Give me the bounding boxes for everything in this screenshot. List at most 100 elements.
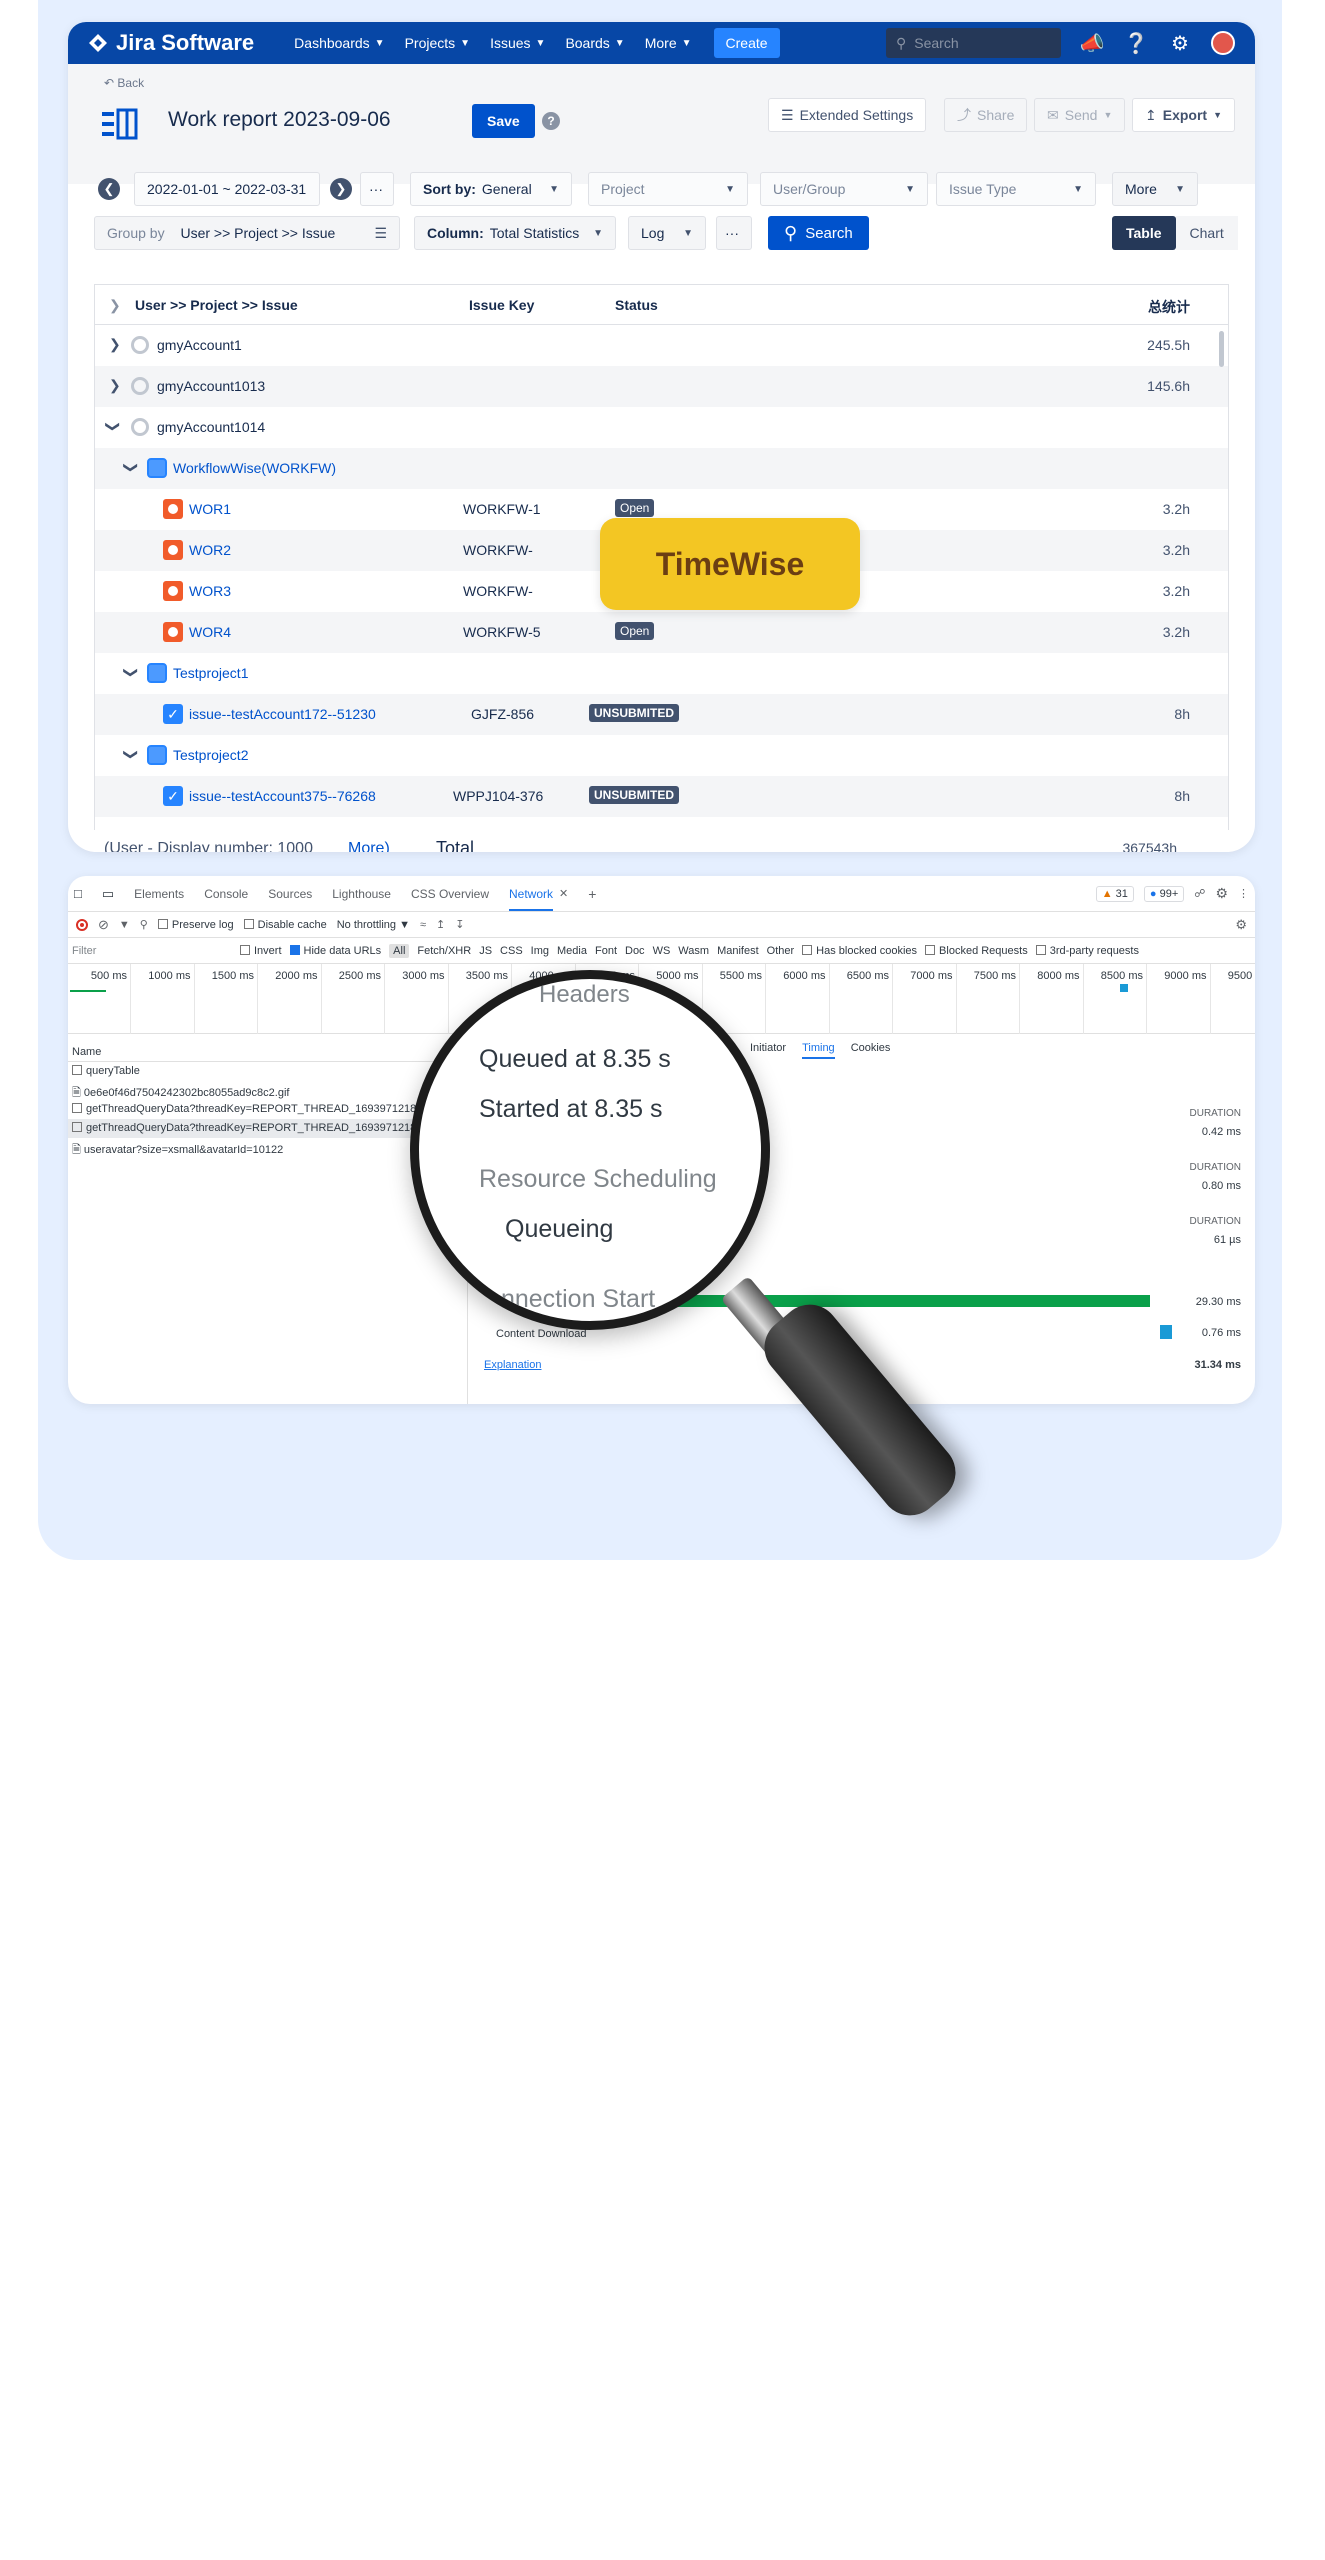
hide-data-checkbox[interactable]: Hide data URLs <box>289 944 381 957</box>
chevron-down-icon[interactable]: ❯ <box>122 667 139 679</box>
request-row[interactable]: 🗎 useravatar?size=xsmall&avatarId=10122 <box>68 1138 467 1157</box>
kebab-menu-icon[interactable]: ⋮ <box>1238 887 1249 900</box>
filter-all[interactable]: All <box>389 943 410 958</box>
search-icon[interactable]: ⚲ <box>140 918 148 931</box>
filter-other[interactable]: Other <box>767 945 795 957</box>
filter-fetch[interactable]: Fetch/XHR <box>417 945 471 957</box>
help-icon[interactable]: ❔ <box>1123 30 1149 56</box>
filter-icon[interactable]: ▼ <box>119 919 130 931</box>
send-button[interactable]: ✉ Send ▼ <box>1034 98 1126 132</box>
next-period-button[interactable]: ❯ <box>330 178 352 200</box>
search-button[interactable]: ⚲ Search <box>768 216 869 250</box>
nav-issues[interactable]: Issues ▼ <box>490 35 545 51</box>
invert-checkbox[interactable]: Invert <box>240 944 282 957</box>
filter-js[interactable]: JS <box>479 945 492 957</box>
tab-console[interactable]: Console <box>204 887 248 901</box>
tab-elements[interactable]: Elements <box>134 887 184 901</box>
download-icon[interactable]: ↧ <box>455 918 464 931</box>
table-row[interactable]: ❯ gmyAccount1013 145.6h <box>95 366 1228 407</box>
tab-timing[interactable]: Timing <box>802 1042 835 1059</box>
nav-projects[interactable]: Projects ▼ <box>405 35 470 51</box>
issue-link[interactable]: WOR1 <box>189 501 231 517</box>
issue-link[interactable]: WOR4 <box>189 624 231 640</box>
avatar[interactable] <box>1211 31 1235 55</box>
options-more-button[interactable]: ··· <box>716 216 752 250</box>
filter-manifest[interactable]: Manifest <box>717 945 759 957</box>
log-select[interactable]: Log ▼ <box>628 216 706 250</box>
jira-logo[interactable]: Jira Software <box>88 30 254 56</box>
filter-media[interactable]: Media <box>557 945 587 957</box>
plus-icon[interactable]: + <box>588 886 596 902</box>
explanation-link[interactable]: Explanation <box>484 1359 542 1371</box>
blocked-cookies-checkbox[interactable]: Has blocked cookies <box>802 944 917 957</box>
preserve-log-checkbox[interactable]: Preserve log <box>157 918 234 931</box>
more-filters-button[interactable]: More ▼ <box>1112 172 1198 206</box>
sort-select[interactable]: Sort by: General ▼ <box>410 172 572 206</box>
nav-boards[interactable]: Boards ▼ <box>565 35 624 51</box>
export-button[interactable]: ↥ Export ▼ <box>1132 98 1235 132</box>
issue-link[interactable]: issue--testAccount375--76268 <box>189 788 376 804</box>
usergroup-select[interactable]: User/Group ▼ <box>760 172 928 206</box>
wifi-icon[interactable]: ≈ <box>420 919 426 931</box>
gear-icon[interactable]: ⚙ <box>1215 885 1228 902</box>
project-name[interactable]: Testproject2 <box>173 747 248 763</box>
search-input[interactable]: ⚲ Search <box>886 28 1061 58</box>
filter-font[interactable]: Font <box>595 945 617 957</box>
tab-network[interactable]: Network <box>509 887 554 911</box>
remote-icon[interactable]: ☍ <box>1194 887 1205 900</box>
filter-input[interactable]: Filter <box>72 945 232 957</box>
gear-icon[interactable]: ⚙ <box>1167 30 1193 56</box>
warning-count[interactable]: ▲ 31 <box>1095 885 1134 902</box>
inspect-icon[interactable]: □ <box>74 886 82 901</box>
filter-ws[interactable]: WS <box>653 945 671 957</box>
message-count[interactable]: ● 99+ <box>1143 885 1185 902</box>
gear-icon[interactable]: ⚙ <box>1235 917 1247 933</box>
request-row[interactable]: queryTable <box>68 1062 467 1081</box>
upload-icon[interactable]: ↥ <box>436 918 445 931</box>
device-icon[interactable]: ▭ <box>102 886 114 902</box>
disable-cache-checkbox[interactable]: Disable cache <box>243 918 327 931</box>
chevron-down-icon[interactable]: ❯ <box>122 749 139 761</box>
tab-lighthouse[interactable]: Lighthouse <box>332 887 391 901</box>
third-party-checkbox[interactable]: 3rd-party requests <box>1035 944 1139 957</box>
project-name[interactable]: Testproject1 <box>173 665 248 681</box>
issuetype-select[interactable]: Issue Type ▼ <box>936 172 1096 206</box>
tab-initiator[interactable]: Initiator <box>750 1042 786 1059</box>
record-icon[interactable] <box>76 918 88 931</box>
issue-link[interactable]: WOR2 <box>189 542 231 558</box>
issue-link[interactable]: WOR3 <box>189 583 231 599</box>
tab-sources[interactable]: Sources <box>268 887 312 901</box>
tab-cookies[interactable]: Cookies <box>851 1042 891 1059</box>
share-button[interactable]: ⤴ Share <box>944 98 1028 132</box>
prev-period-button[interactable]: ❮ <box>98 178 120 200</box>
chart-view-button[interactable]: Chart <box>1175 216 1238 250</box>
table-view-button[interactable]: Table <box>1112 216 1176 250</box>
filter-img[interactable]: Img <box>531 945 549 957</box>
issue-link[interactable]: issue--testAccount172--51230 <box>189 706 376 722</box>
table-row[interactable]: ❯ gmyAccount1014 <box>95 407 1228 448</box>
name-column-header[interactable]: Name <box>68 1042 467 1062</box>
project-select[interactable]: Project ▼ <box>588 172 748 206</box>
groupby-select[interactable]: Group by User >> Project >> Issue ☰ <box>94 216 400 250</box>
close-icon[interactable]: ✕ <box>559 887 568 900</box>
back-link[interactable]: ↶ Back <box>104 76 144 90</box>
filter-doc[interactable]: Doc <box>625 945 645 957</box>
more-link[interactable]: More) <box>348 840 390 852</box>
request-row[interactable]: getThreadQueryData?threadKey=REPORT_THRE… <box>68 1100 467 1119</box>
table-row[interactable]: ❯ Testproject1 <box>95 653 1228 694</box>
table-row[interactable]: ❯ WorkflowWise(WORKFW) <box>95 448 1228 489</box>
date-range-picker[interactable]: 2022-01-01 ~ 2022-03-31 <box>134 172 320 206</box>
tab-css-overview[interactable]: CSS Overview <box>411 887 489 901</box>
filter-wasm[interactable]: Wasm <box>678 945 709 957</box>
nav-dashboards[interactable]: Dashboards ▼ <box>294 35 384 51</box>
filter-css[interactable]: CSS <box>500 945 523 957</box>
chevron-right-icon[interactable]: ❯ <box>109 377 121 394</box>
chevron-down-icon[interactable]: ❯ <box>122 462 139 474</box>
nav-more[interactable]: More ▼ <box>645 35 692 51</box>
megaphone-icon[interactable]: 📣 <box>1079 30 1105 56</box>
expand-all-icon[interactable]: ❯ <box>109 297 121 314</box>
table-row[interactable]: ❯ Testproject2 <box>95 735 1228 776</box>
throttling-select[interactable]: No throttling ▼ <box>337 919 410 931</box>
date-more-button[interactable]: ··· <box>360 172 394 206</box>
extended-settings-button[interactable]: ☰ Extended Settings <box>768 98 927 132</box>
